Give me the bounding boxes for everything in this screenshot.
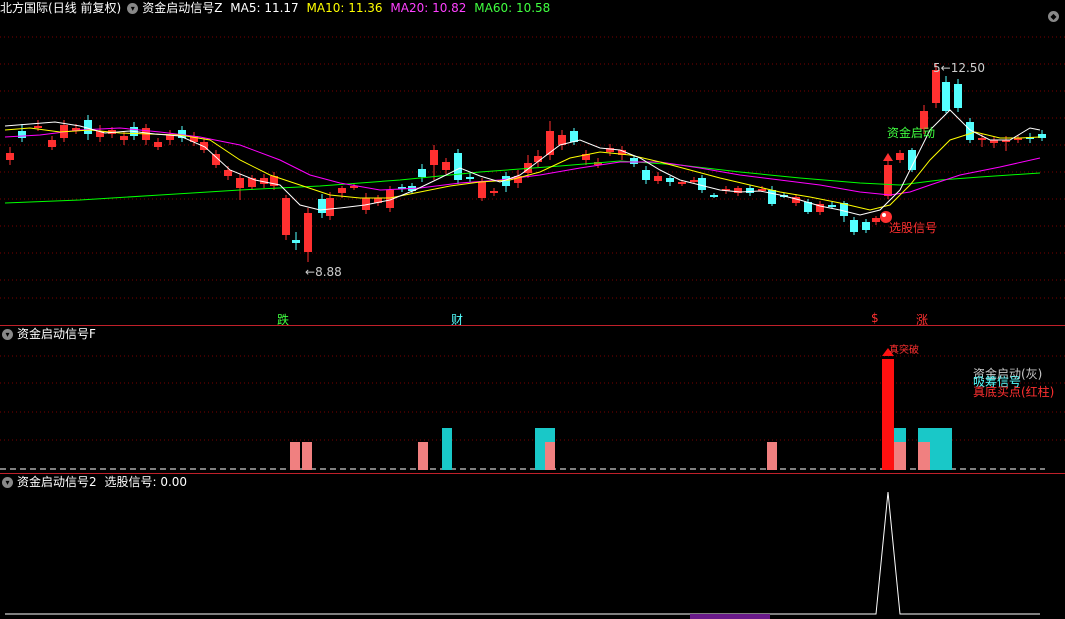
histogram-bar [930,428,941,470]
pane-options-icon[interactable]: ◆ [1048,11,1059,22]
marker-dollar: $ [871,311,879,325]
ma5-value: MA5: 11.17 [230,1,299,15]
candle-body [884,165,892,196]
histogram-bar [894,442,906,470]
candle-body [746,188,754,193]
candle-body [630,158,638,164]
candle-body [850,220,858,232]
legend-true-bottom: 真底买点(红柱) [973,385,1055,399]
candle-body [896,153,904,160]
chevron-down-icon[interactable]: ▾ [2,477,13,488]
main-chart-pane[interactable]: 北方国际(日线 前复权) ▾ 资金启动信号Z MA5: 11.17 MA10: 11… [0,0,1065,327]
candle-body [466,177,474,179]
candle-body [6,153,14,160]
indicator-pane-f[interactable]: ▾ 资金启动信号F 真突破 资金启动(灰) 吸筹信号 真底买点(红柱) [0,326,1065,473]
main-chart-header: 北方国际(日线 前复权) ▾ 资金启动信号Z MA5: 11.17 MA10: 11… [0,0,554,16]
low-price-label: ←8.88 [305,265,342,279]
chevron-down-icon[interactable]: ▾ [127,3,139,14]
signal-line-chart[interactable] [0,474,1065,619]
candle-body [338,188,346,193]
candle-body [454,153,462,180]
candle-body [654,176,662,181]
histogram-bar [918,442,930,470]
pane2-header: ▾ 资金启动信号F [0,326,100,342]
true-breakout-label: 真突破 [889,345,919,356]
candle-body [768,190,776,204]
candle-body [490,191,498,193]
histogram-bar [882,359,894,470]
pane3-value: 选股信号: 0.00 [104,475,188,489]
candle-body [954,84,962,108]
ma20-value: MA20: 10.82 [390,1,467,15]
candle-body [978,138,986,140]
candlestick-chart[interactable] [0,0,1065,325]
pane-separator-2[interactable] [0,473,1065,474]
candle-body [18,131,26,138]
chevron-down-icon[interactable]: ▾ [2,329,13,340]
histogram-bar [302,442,312,470]
period-label: (日线 前复权) [48,1,122,15]
scroll-indicator [690,614,770,619]
pane3-header: ▾ 资金启动信号2 选股信号: 0.00 [0,474,191,490]
candle-body [546,131,554,155]
candle-body [304,213,312,252]
candle-body [690,180,698,182]
candle-body [828,205,836,207]
candle-body [666,178,674,182]
signal-pick-label: 选股信号 [889,221,938,235]
candle-body [430,150,438,165]
signal-start-label: 资金启动 [887,126,936,140]
histogram-bar [442,428,452,470]
candle-body [326,198,334,216]
high-price-label: 5←12.50 [933,61,986,75]
candle-body [48,140,56,147]
candle-body [248,178,256,187]
histogram-bar [535,428,545,470]
indicator-pane-2[interactable]: ▾ 资金启动信号2 选股信号: 0.00 [0,474,1065,619]
candle-body [678,182,686,184]
indicator-name[interactable]: 资金启动信号Z [142,1,222,15]
candle-body [318,199,326,213]
candle-body [34,126,42,128]
candle-body [442,162,450,170]
candle-body [224,170,232,176]
ma10-value: MA10: 11.36 [306,1,383,15]
histogram-bar [545,442,555,470]
ma60-value: MA60: 10.58 [474,1,551,15]
up-arrow-icon [883,153,893,161]
candle-body [120,136,128,140]
candle-body [872,218,880,222]
signal-dot-highlight [882,213,886,217]
histogram-bar [418,442,428,470]
candle-body [478,182,486,198]
stock-name: 北方国际 [0,1,49,15]
signal-line [5,491,1040,615]
pane3-title[interactable]: 资金启动信号2 [17,475,97,489]
candle-body [642,170,650,180]
histogram-bar [767,442,777,470]
candle-body [154,142,162,147]
candle-body [418,169,426,177]
candle-body [710,195,718,197]
candle-body [282,198,290,235]
pane2-title[interactable]: 资金启动信号F [17,327,96,341]
pane-separator-1[interactable] [0,325,1065,326]
histogram-bar [941,428,952,470]
candle-body [236,178,244,188]
candle-body [862,222,870,230]
candle-body [698,178,706,190]
histogram-bar [290,442,300,470]
candle-body [942,82,950,111]
candle-body [292,240,300,243]
